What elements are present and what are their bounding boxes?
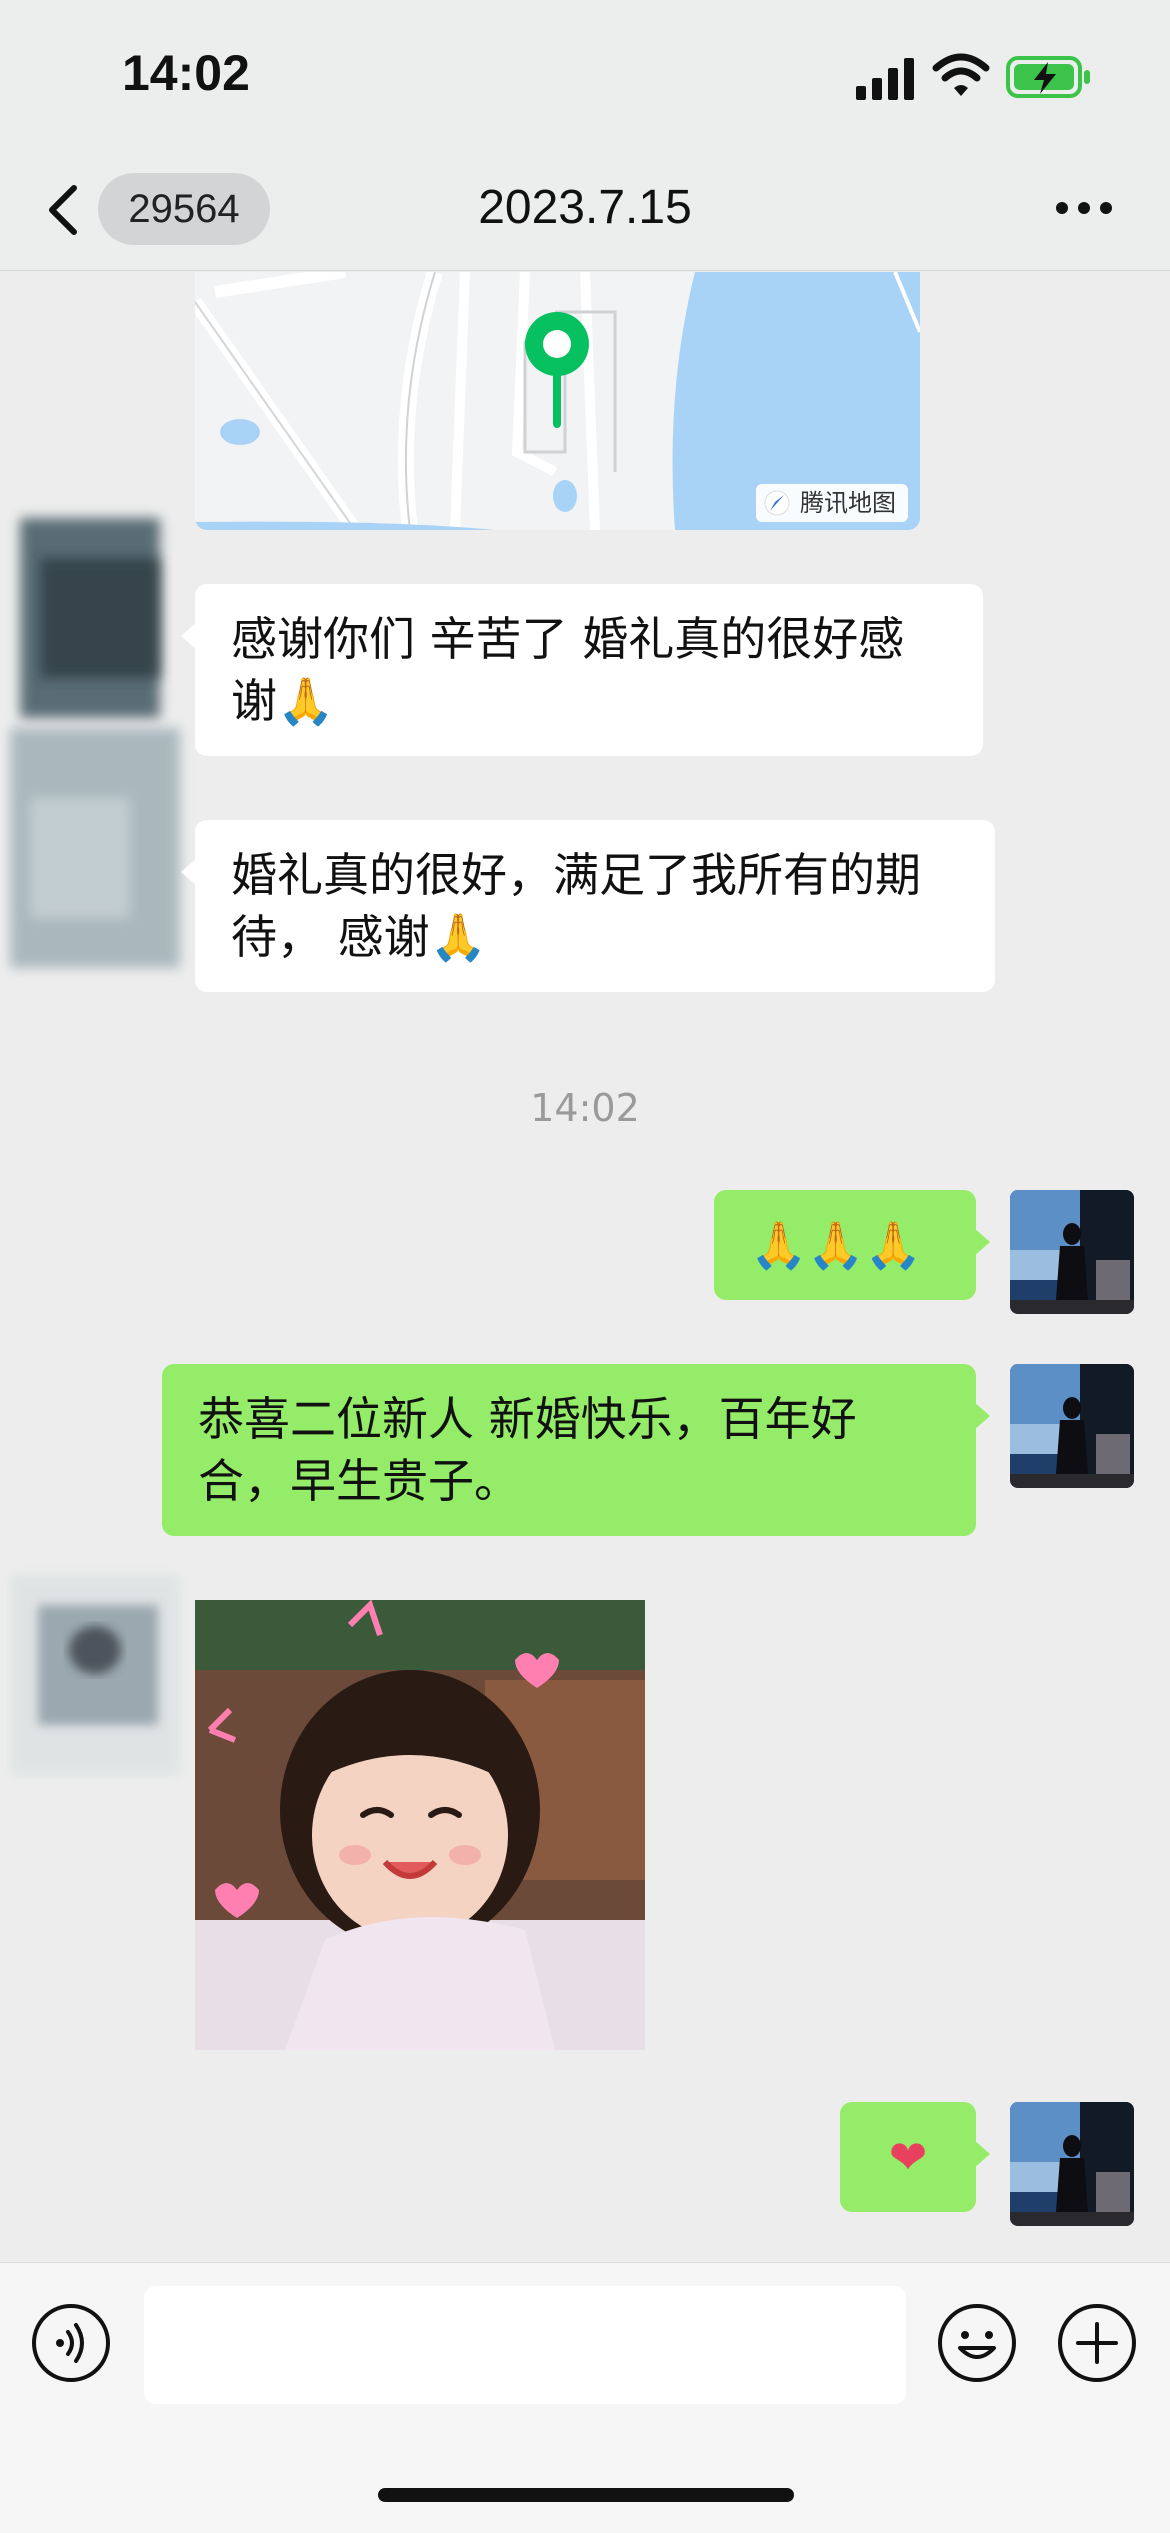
my-avatar[interactable] — [1010, 2102, 1134, 2226]
more-options-icon[interactable] — [1054, 200, 1114, 216]
map-attribution: 腾讯地图 — [756, 484, 908, 522]
smiling-girl-sticker — [195, 1600, 645, 2050]
bubble-tail — [974, 1228, 990, 1256]
battery-icon — [1006, 56, 1090, 98]
message-sent-3[interactable]: ❤ — [840, 2102, 990, 2212]
avatar-window-photo — [1010, 1364, 1134, 1488]
home-indicator[interactable] — [378, 2488, 794, 2502]
message-text: ❤ — [888, 2130, 928, 2184]
contact-avatar-art[interactable] — [0, 1565, 195, 1800]
message-text: 婚礼真的很好，满足了我所有的期待， 感谢🙏 — [231, 848, 921, 964]
message-input[interactable] — [144, 2286, 906, 2404]
message-text: 🙏🙏🙏 — [750, 1218, 922, 1272]
chat-timestamp: 14:02 — [530, 1086, 640, 1130]
map-attribution-label: 腾讯地图 — [800, 489, 896, 517]
status-time: 14:02 — [122, 45, 250, 101]
my-avatar[interactable] — [1010, 1364, 1134, 1488]
my-avatar[interactable] — [1010, 1190, 1134, 1314]
avatar-window-photo — [1010, 1190, 1134, 1314]
message-sent-2[interactable]: 恭喜二位新人 新婚快乐，百年好合，早生贵子。 — [162, 1364, 990, 1536]
message-sent-1[interactable]: 🙏🙏🙏 — [714, 1190, 990, 1300]
bubble-tail — [181, 858, 197, 886]
back-chevron-icon[interactable] — [40, 180, 84, 240]
bubble-tail — [181, 622, 197, 650]
bubble-tail — [974, 2140, 990, 2168]
message-text: 恭喜二位新人 新婚快乐，百年好合，早生贵子。 — [198, 1392, 857, 1508]
chat-title: 2023.7.15 — [478, 181, 692, 234]
emoji-icon[interactable] — [936, 2302, 1018, 2384]
message-received-1[interactable]: 感谢你们 辛苦了 婚礼真的很好感谢🙏 — [181, 584, 983, 756]
wifi-icon — [932, 53, 990, 96]
contact-avatar-art[interactable] — [0, 498, 195, 998]
tencent-map-logo-icon — [764, 490, 790, 516]
location-map-card[interactable]: 腾讯地图 — [195, 272, 920, 530]
add-attachment-icon[interactable] — [1056, 2302, 1138, 2384]
message-text: 感谢你们 辛苦了 婚礼真的很好感谢🙏 — [231, 612, 905, 728]
unread-count-badge[interactable]: 29564 — [98, 173, 270, 245]
message-received-2[interactable]: 婚礼真的很好，满足了我所有的期待， 感谢🙏 — [181, 820, 995, 992]
bubble-tail — [974, 1402, 990, 1430]
signal-icon — [856, 58, 914, 100]
sticker-image[interactable] — [195, 1600, 645, 2050]
avatar-window-photo — [1010, 2102, 1134, 2226]
voice-input-icon[interactable] — [30, 2302, 112, 2384]
